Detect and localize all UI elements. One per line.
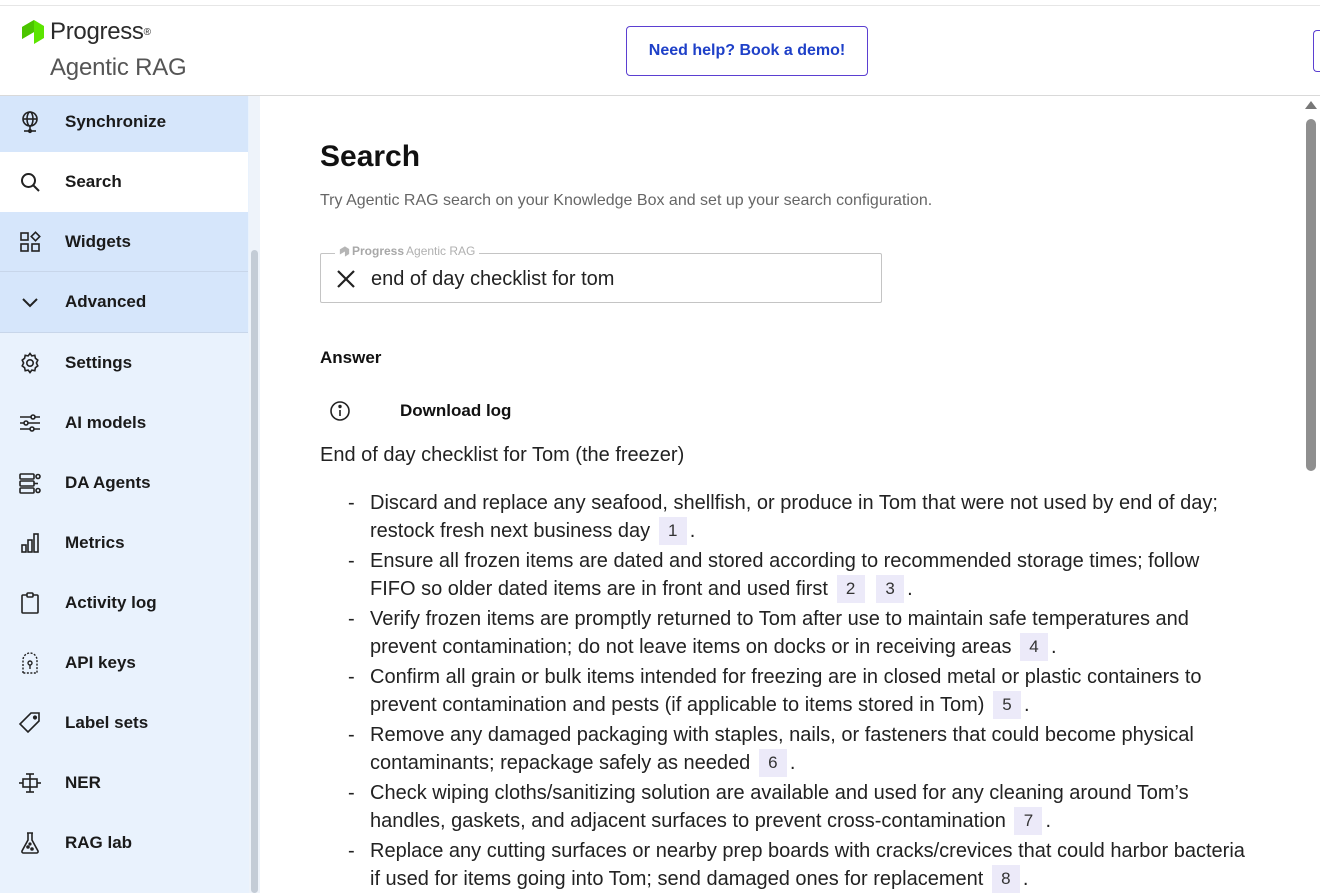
agents-icon (18, 471, 42, 495)
brand-logo[interactable]: Progress ® Agentic RAG (20, 18, 187, 81)
citation-badge[interactable]: 6 (758, 749, 787, 777)
brand-name: Progress (50, 18, 144, 45)
citation-badge[interactable]: 7 (1014, 807, 1043, 835)
list-item-text: Discard and replace any seafood, shellfi… (370, 492, 1218, 542)
legend-product: Agentic RAG (406, 244, 476, 258)
list-item-text: Check wiping cloths/sanitizing solution … (370, 782, 1189, 832)
sidebar-item-synchronize[interactable]: Synchronize (0, 96, 248, 152)
citation-badge[interactable]: 3 (876, 575, 905, 603)
sidebar-scrollbar-thumb[interactable] (251, 250, 258, 893)
main-content: Search Try Agentic RAG search on your Kn… (260, 96, 1304, 893)
sidebar-item-metrics[interactable]: Metrics (0, 513, 248, 573)
sidebar-item-label: RAG lab (65, 833, 133, 852)
flask-icon (18, 831, 42, 855)
close-icon[interactable] (335, 268, 357, 290)
header-top-divider (0, 0, 1320, 6)
sidebar-item-widgets[interactable]: Widgets (0, 212, 248, 272)
legend-brand: Progress (352, 244, 405, 258)
bar-chart-icon (18, 531, 42, 555)
info-icon[interactable] (328, 399, 352, 423)
sidebar-item-ai-models[interactable]: AI models (0, 393, 248, 453)
progress-logo-icon (22, 20, 44, 44)
page-title: Search (320, 140, 421, 173)
citation-badge[interactable]: 2 (836, 575, 865, 603)
sidebar-item-settings[interactable]: Settings (0, 333, 248, 393)
sliders-icon (18, 411, 42, 435)
sidebar-item-label: Activity log (65, 593, 157, 612)
list-item: - Ensure all frozen items are dated and s… (348, 547, 1248, 603)
list-item: - Discard and replace any seafood, shellf… (348, 489, 1248, 545)
sidebar-item-label: Search (65, 172, 122, 191)
sidebar-item-search[interactable]: Search (0, 152, 248, 212)
gear-icon (18, 351, 42, 375)
page-subtitle: Try Agentic RAG search on your Knowledge… (320, 192, 933, 209)
ner-icon (18, 771, 42, 795)
list-item: - Replace any cutting surfaces or nearby … (348, 837, 1248, 893)
search-field[interactable]: Progress Agentic RAG (320, 244, 882, 303)
list-marker: - (348, 608, 355, 630)
sidebar-item-label: Metrics (65, 533, 125, 552)
answer-heading: Answer (320, 348, 382, 367)
list-marker: - (348, 492, 355, 514)
sidebar-item-label: Settings (65, 353, 133, 372)
list-item-text: Replace any cutting surfaces or nearby p… (370, 840, 1245, 890)
list-item-text: Verify frozen items are promptly returne… (370, 608, 1189, 658)
brand-registered-mark: ® (143, 26, 152, 38)
book-demo-button[interactable]: Need help? Book a demo! (626, 26, 868, 76)
widgets-icon (18, 230, 42, 254)
citation-badge[interactable]: 5 (992, 691, 1021, 719)
sidebar-item-label: API keys (65, 653, 136, 672)
sidebar-item-label: Label sets (65, 713, 149, 732)
citation-badge[interactable]: 4 (1020, 633, 1049, 661)
tag-icon (18, 711, 42, 735)
list-item: - Verify frozen items are promptly return… (348, 605, 1248, 661)
list-item-text: Confirm all grain or bulk items intended… (370, 666, 1202, 716)
sidebar-item-label: Advanced (65, 292, 147, 311)
sidebar-item-api-keys[interactable]: API keys (0, 633, 248, 693)
search-icon (18, 170, 42, 194)
progress-logo-icon (339, 245, 350, 257)
scroll-up-arrow-icon[interactable] (1305, 101, 1317, 109)
list-marker: - (348, 724, 355, 746)
sidebar-item-label: DA Agents (65, 473, 151, 492)
sidebar-item-advanced[interactable]: Advanced (0, 272, 248, 332)
sidebar-item-label: AI models (65, 413, 147, 432)
sidebar-item-label-sets[interactable]: Label sets (0, 693, 248, 753)
sidebar-item-label: Widgets (65, 232, 131, 251)
list-item: - Remove any damaged packaging with stapl… (348, 721, 1248, 777)
sidebar-item-da-agents[interactable]: DA Agents (0, 453, 248, 513)
list-marker: - (348, 550, 355, 572)
sidebar-item-ner[interactable]: NER (0, 753, 248, 813)
clipboard-icon (18, 591, 42, 615)
sidebar: Synchronize Search Widgets Advanced Sett… (0, 96, 260, 893)
brand-product-name: Agentic RAG (50, 54, 187, 81)
list-marker: - (348, 782, 355, 804)
sidebar-item-rag-lab[interactable]: RAG lab (0, 813, 248, 873)
citation-badge[interactable]: 1 (658, 517, 687, 545)
chevron-down-icon (18, 290, 42, 314)
keyhole-icon (18, 651, 42, 675)
search-field-legend: Progress Agentic RAG (335, 244, 480, 258)
list-marker: - (348, 666, 355, 688)
list-item: - Confirm all grain or bulk items intende… (348, 663, 1248, 719)
list-item-text: Ensure all frozen items are dated and st… (370, 550, 1200, 600)
list-item: - Check wiping cloths/sanitizing solution… (348, 779, 1248, 835)
download-log-button[interactable]: Download log (400, 401, 511, 421)
answer-list: - Discard and replace any seafood, shellf… (348, 489, 1248, 893)
citation-badge[interactable]: 8 (991, 865, 1020, 893)
globe-network-icon (18, 110, 42, 134)
search-input[interactable] (371, 267, 871, 291)
header-cut-off-button[interactable] (1313, 30, 1320, 72)
list-marker: - (348, 840, 355, 862)
page-scrollbar-thumb[interactable] (1306, 119, 1316, 471)
sidebar-item-label: NER (65, 773, 101, 792)
sidebar-item-label: Synchronize (65, 112, 167, 131)
sidebar-item-activity-log[interactable]: Activity log (0, 573, 248, 633)
answer-intro: End of day checklist for Tom (the freeze… (320, 444, 685, 466)
app-header: Progress ® Agentic RAG Need help? Book a… (0, 0, 1320, 96)
